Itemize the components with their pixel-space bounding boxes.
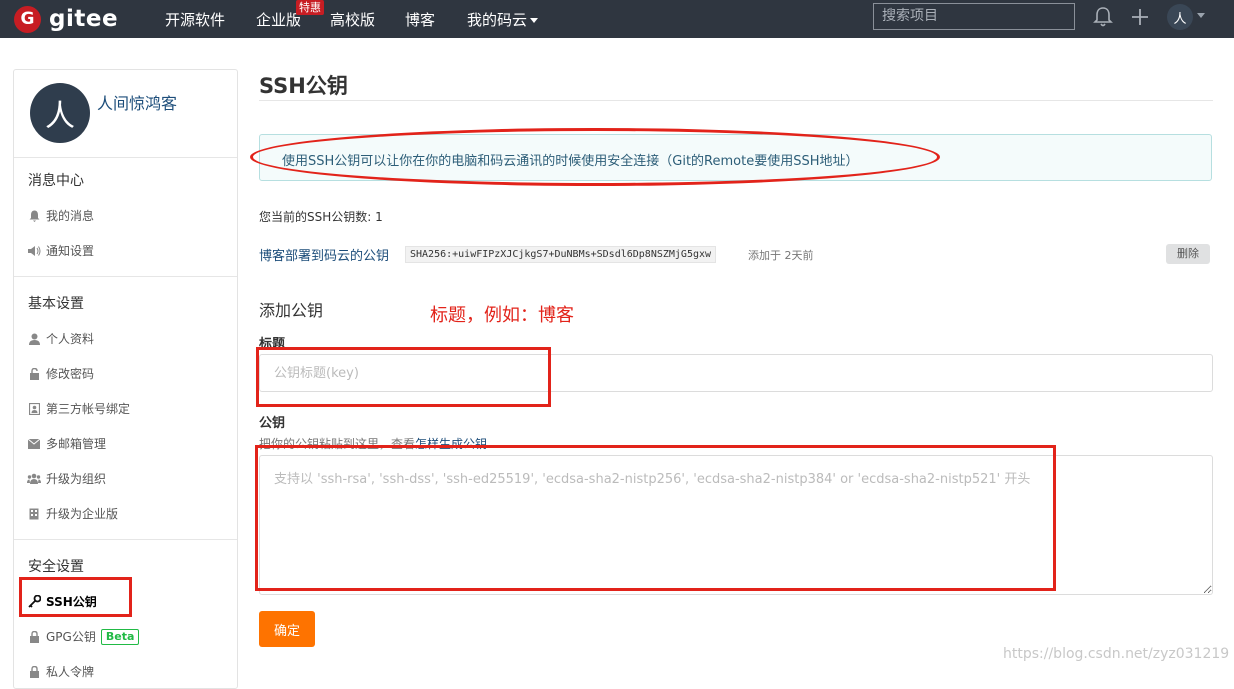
section-basic-settings: 基本设置 (28, 296, 84, 312)
sidebar-item-email-management[interactable]: 多邮箱管理 (27, 435, 106, 452)
unlock-icon (27, 367, 41, 381)
sidebar-item-label: 升级为组织 (46, 472, 107, 486)
sidebar-item-upgrade-org[interactable]: 升级为组织 (27, 470, 106, 487)
users-icon (27, 472, 41, 486)
user-avatar[interactable]: 人 (1167, 4, 1193, 30)
hot-badge: 特惠 (296, 0, 324, 15)
ssh-key-count: 您当前的SSH公钥数: 1 (259, 210, 383, 224)
chevron-down-icon (530, 18, 539, 23)
nav-blog[interactable]: 博客 (405, 9, 435, 30)
nav-enterprise[interactable]: 企业版 (256, 9, 301, 30)
user-icon (27, 332, 41, 346)
sidebar-item-third-party-binding[interactable]: 第三方帐号绑定 (27, 400, 130, 417)
annotation-box-key (255, 445, 1056, 591)
profile-avatar[interactable]: 人 (30, 83, 90, 143)
gitee-logo[interactable]: G gitee (14, 4, 118, 34)
nav-my-gitee[interactable]: 我的码云 (467, 9, 539, 30)
annotation-box-ssh (19, 577, 132, 617)
top-navbar: G gitee 开源软件 企业版 特惠 高校版 博客 我的码云 搜索项目 人 (0, 0, 1234, 38)
sidebar-item-label: 多邮箱管理 (46, 437, 107, 451)
search-input[interactable]: 搜索项目 (873, 3, 1075, 30)
sidebar-item-notification-settings[interactable]: 通知设置 (27, 242, 94, 259)
nav-open-source[interactable]: 开源软件 (165, 9, 225, 30)
ssh-key-fingerprint: SHA256:+uiwFIPzXJCjkgS7+DuNBMs+SDsdl6Dp8… (405, 246, 717, 263)
page-title: SSH公钥 (259, 74, 348, 98)
confirm-button[interactable]: 确定 (259, 611, 315, 647)
sidebar-item-label: 升级为企业版 (46, 507, 119, 521)
annotation-note: 标题，例如：博客 (430, 305, 574, 326)
ssh-key-added-time: 添加于 2天前 (748, 249, 814, 262)
sidebar-item-my-messages[interactable]: 我的消息 (27, 207, 94, 224)
divider (14, 539, 237, 540)
delete-key-button[interactable]: 删除 (1166, 244, 1210, 264)
divider (14, 157, 237, 158)
logo-text: gitee (49, 6, 119, 32)
lock-icon (27, 665, 41, 679)
sidebar-item-label: GPG公钥 (46, 630, 96, 644)
id-card-icon (27, 402, 41, 416)
sidebar-item-profile[interactable]: 个人资料 (27, 330, 94, 347)
lock-icon (27, 630, 41, 644)
sidebar-item-label: 私人令牌 (46, 665, 95, 679)
nav-education[interactable]: 高校版 (330, 9, 375, 30)
bell-icon (27, 209, 41, 223)
divider (259, 100, 1213, 101)
plus-icon[interactable] (1130, 6, 1150, 28)
sidebar-item-gpg-keys[interactable]: GPG公钥 Beta (27, 628, 140, 645)
sidebar-item-label: 我的消息 (46, 209, 95, 223)
beta-badge: Beta (100, 628, 140, 645)
key-label: 公钥 (259, 416, 286, 431)
building-icon (27, 507, 41, 521)
divider (14, 276, 237, 277)
section-message-center: 消息中心 (28, 173, 84, 189)
watermark: https://blog.csdn.net/zyz031219 (1003, 646, 1230, 662)
sidebar-item-label: 通知设置 (46, 244, 95, 258)
logo-badge: G (14, 5, 41, 33)
chevron-down-icon[interactable] (1197, 13, 1205, 18)
add-key-heading: 添加公钥 (259, 301, 324, 320)
annotation-box-title (256, 347, 551, 407)
sidebar-item-upgrade-enterprise[interactable]: 升级为企业版 (27, 505, 118, 522)
sidebar-item-label: 第三方帐号绑定 (46, 402, 131, 416)
mail-icon (27, 437, 41, 451)
sidebar-item-change-password[interactable]: 修改密码 (27, 365, 94, 382)
profile-name[interactable]: 人间惊鸿客 (97, 90, 177, 114)
sidebar-item-private-tokens[interactable]: 私人令牌 (27, 663, 94, 680)
bell-icon[interactable] (1093, 6, 1113, 28)
ssh-key-title[interactable]: 博客部署到码云的公钥 (259, 245, 389, 264)
sidebar-item-label: 修改密码 (46, 367, 95, 381)
sidebar-item-label: 个人资料 (46, 332, 95, 346)
annotation-ellipse (250, 128, 940, 186)
nav-my-gitee-label: 我的码云 (467, 11, 528, 29)
section-security-settings: 安全设置 (28, 559, 84, 575)
speaker-icon (27, 244, 41, 258)
